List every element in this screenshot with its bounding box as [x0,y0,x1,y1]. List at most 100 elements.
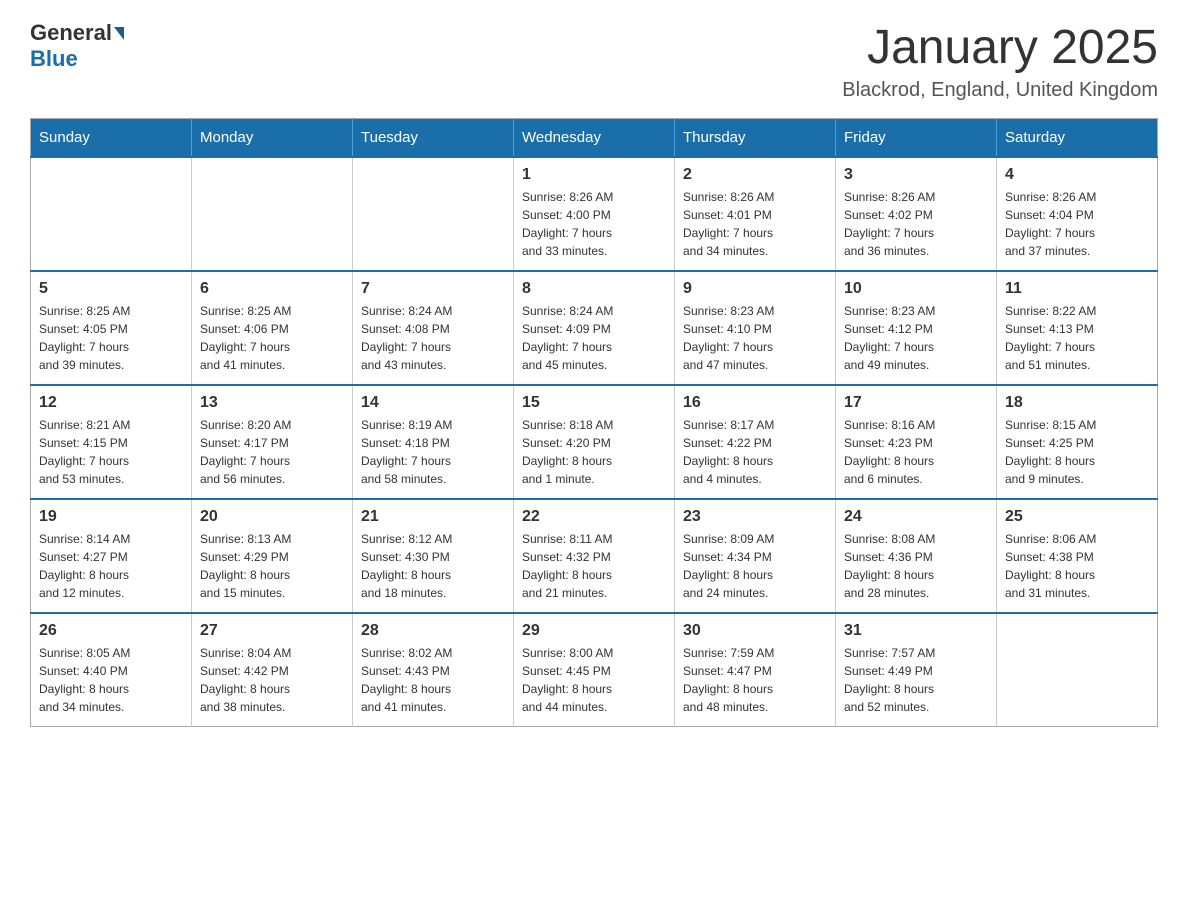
day-info: Sunrise: 8:26 AM Sunset: 4:04 PM Dayligh… [1005,188,1149,260]
day-info: Sunrise: 8:11 AM Sunset: 4:32 PM Dayligh… [522,530,666,602]
day-info: Sunrise: 8:09 AM Sunset: 4:34 PM Dayligh… [683,530,827,602]
day-number: 2 [683,166,827,184]
day-number: 27 [200,622,344,640]
calendar-week-row: 26 Sunrise: 8:05 AM Sunset: 4:40 PM Dayli… [31,613,1158,727]
day-number: 21 [361,508,505,526]
day-info: Sunrise: 8:20 AM Sunset: 4:17 PM Dayligh… [200,416,344,488]
day-info: Sunrise: 8:24 AM Sunset: 4:09 PM Dayligh… [522,302,666,374]
calendar-day-cell: 22 Sunrise: 8:11 AM Sunset: 4:32 PM Dayli… [514,499,675,613]
day-info: Sunrise: 8:21 AM Sunset: 4:15 PM Dayligh… [39,416,183,488]
day-info: Sunrise: 8:18 AM Sunset: 4:20 PM Dayligh… [522,416,666,488]
day-number: 26 [39,622,183,640]
day-info: Sunrise: 8:06 AM Sunset: 4:38 PM Dayligh… [1005,530,1149,602]
day-number: 30 [683,622,827,640]
calendar-day-cell [31,157,192,271]
day-number: 15 [522,394,666,412]
calendar-table: SundayMondayTuesdayWednesdayThursdayFrid… [30,118,1158,727]
day-number: 12 [39,394,183,412]
calendar-day-cell: 29 Sunrise: 8:00 AM Sunset: 4:45 PM Dayli… [514,613,675,727]
day-number: 24 [844,508,988,526]
calendar-week-row: 1Sunrise: 8:26 AM Sunset: 4:00 PM Daylig… [31,157,1158,271]
day-info: Sunrise: 8:26 AM Sunset: 4:02 PM Dayligh… [844,188,988,260]
calendar-day-cell: 23Sunrise: 8:09 AM Sunset: 4:34 PM Dayli… [675,499,836,613]
calendar-day-cell: 31 Sunrise: 7:57 AM Sunset: 4:49 PM Dayli… [836,613,997,727]
calendar-day-cell: 15 Sunrise: 8:18 AM Sunset: 4:20 PM Dayli… [514,385,675,499]
day-number: 4 [1005,166,1149,184]
day-info: Sunrise: 8:19 AM Sunset: 4:18 PM Dayligh… [361,416,505,488]
day-number: 31 [844,622,988,640]
day-number: 14 [361,394,505,412]
calendar-day-cell: 30 Sunrise: 7:59 AM Sunset: 4:47 PM Dayli… [675,613,836,727]
page-header: General Blue January 2025 Blackrod, Engl… [30,20,1158,102]
calendar-week-row: 19Sunrise: 8:14 AM Sunset: 4:27 PM Dayli… [31,499,1158,613]
logo-blue-text: Blue [30,46,78,71]
calendar-day-cell: 24Sunrise: 8:08 AM Sunset: 4:36 PM Dayli… [836,499,997,613]
day-of-week-header: Thursday [675,119,836,158]
day-info: Sunrise: 8:25 AM Sunset: 4:06 PM Dayligh… [200,302,344,374]
day-info: Sunrise: 8:12 AM Sunset: 4:30 PM Dayligh… [361,530,505,602]
day-number: 18 [1005,394,1149,412]
day-number: 16 [683,394,827,412]
day-info: Sunrise: 7:59 AM Sunset: 4:47 PM Dayligh… [683,644,827,716]
calendar-day-cell: 2 Sunrise: 8:26 AM Sunset: 4:01 PM Daylig… [675,157,836,271]
day-info: Sunrise: 8:16 AM Sunset: 4:23 PM Dayligh… [844,416,988,488]
day-info: Sunrise: 8:25 AM Sunset: 4:05 PM Dayligh… [39,302,183,374]
day-info: Sunrise: 8:24 AM Sunset: 4:08 PM Dayligh… [361,302,505,374]
calendar-day-cell: 4 Sunrise: 8:26 AM Sunset: 4:04 PM Daylig… [997,157,1158,271]
calendar-day-cell: 13 Sunrise: 8:20 AM Sunset: 4:17 PM Dayli… [192,385,353,499]
day-info: Sunrise: 8:00 AM Sunset: 4:45 PM Dayligh… [522,644,666,716]
day-info: Sunrise: 8:14 AM Sunset: 4:27 PM Dayligh… [39,530,183,602]
calendar-day-cell: 27 Sunrise: 8:04 AM Sunset: 4:42 PM Dayli… [192,613,353,727]
calendar-day-cell: 6 Sunrise: 8:25 AM Sunset: 4:06 PM Daylig… [192,271,353,385]
day-info: Sunrise: 8:17 AM Sunset: 4:22 PM Dayligh… [683,416,827,488]
day-info: Sunrise: 8:22 AM Sunset: 4:13 PM Dayligh… [1005,302,1149,374]
day-of-week-header: Friday [836,119,997,158]
calendar-day-cell [192,157,353,271]
calendar-day-cell: 14 Sunrise: 8:19 AM Sunset: 4:18 PM Dayli… [353,385,514,499]
day-of-week-header: Sunday [31,119,192,158]
calendar-day-cell: 5 Sunrise: 8:25 AM Sunset: 4:05 PM Daylig… [31,271,192,385]
calendar-header-row: SundayMondayTuesdayWednesdayThursdayFrid… [31,119,1158,158]
calendar-day-cell: 7Sunrise: 8:24 AM Sunset: 4:08 PM Daylig… [353,271,514,385]
day-number: 3 [844,166,988,184]
day-of-week-header: Monday [192,119,353,158]
calendar-day-cell: 28 Sunrise: 8:02 AM Sunset: 4:43 PM Dayli… [353,613,514,727]
calendar-day-cell: 3 Sunrise: 8:26 AM Sunset: 4:02 PM Daylig… [836,157,997,271]
day-number: 5 [39,280,183,298]
calendar-day-cell: 17Sunrise: 8:16 AM Sunset: 4:23 PM Dayli… [836,385,997,499]
calendar-day-cell: 8 Sunrise: 8:24 AM Sunset: 4:09 PM Daylig… [514,271,675,385]
calendar-day-cell [997,613,1158,727]
day-info: Sunrise: 8:13 AM Sunset: 4:29 PM Dayligh… [200,530,344,602]
logo-arrow-icon [114,27,124,40]
day-of-week-header: Wednesday [514,119,675,158]
calendar-day-cell: 12 Sunrise: 8:21 AM Sunset: 4:15 PM Dayli… [31,385,192,499]
calendar-week-row: 12 Sunrise: 8:21 AM Sunset: 4:15 PM Dayli… [31,385,1158,499]
day-info: Sunrise: 8:15 AM Sunset: 4:25 PM Dayligh… [1005,416,1149,488]
day-info: Sunrise: 8:26 AM Sunset: 4:01 PM Dayligh… [683,188,827,260]
calendar-day-cell: 16 Sunrise: 8:17 AM Sunset: 4:22 PM Dayli… [675,385,836,499]
day-info: Sunrise: 7:57 AM Sunset: 4:49 PM Dayligh… [844,644,988,716]
title-section: January 2025 Blackrod, England, United K… [842,20,1158,102]
calendar-day-cell: 10Sunrise: 8:23 AM Sunset: 4:12 PM Dayli… [836,271,997,385]
day-number: 22 [522,508,666,526]
calendar-day-cell [353,157,514,271]
location: Blackrod, England, United Kingdom [842,79,1158,102]
calendar-day-cell: 20 Sunrise: 8:13 AM Sunset: 4:29 PM Dayli… [192,499,353,613]
day-number: 29 [522,622,666,640]
day-info: Sunrise: 8:04 AM Sunset: 4:42 PM Dayligh… [200,644,344,716]
day-number: 13 [200,394,344,412]
day-number: 8 [522,280,666,298]
day-number: 10 [844,280,988,298]
calendar-day-cell: 21 Sunrise: 8:12 AM Sunset: 4:30 PM Dayli… [353,499,514,613]
day-number: 28 [361,622,505,640]
day-info: Sunrise: 8:02 AM Sunset: 4:43 PM Dayligh… [361,644,505,716]
day-number: 20 [200,508,344,526]
day-number: 6 [200,280,344,298]
calendar-day-cell: 18 Sunrise: 8:15 AM Sunset: 4:25 PM Dayli… [997,385,1158,499]
day-info: Sunrise: 8:05 AM Sunset: 4:40 PM Dayligh… [39,644,183,716]
calendar-day-cell: 25Sunrise: 8:06 AM Sunset: 4:38 PM Dayli… [997,499,1158,613]
calendar-day-cell: 1Sunrise: 8:26 AM Sunset: 4:00 PM Daylig… [514,157,675,271]
day-info: Sunrise: 8:23 AM Sunset: 4:10 PM Dayligh… [683,302,827,374]
calendar-week-row: 5 Sunrise: 8:25 AM Sunset: 4:05 PM Daylig… [31,271,1158,385]
calendar-day-cell: 19Sunrise: 8:14 AM Sunset: 4:27 PM Dayli… [31,499,192,613]
